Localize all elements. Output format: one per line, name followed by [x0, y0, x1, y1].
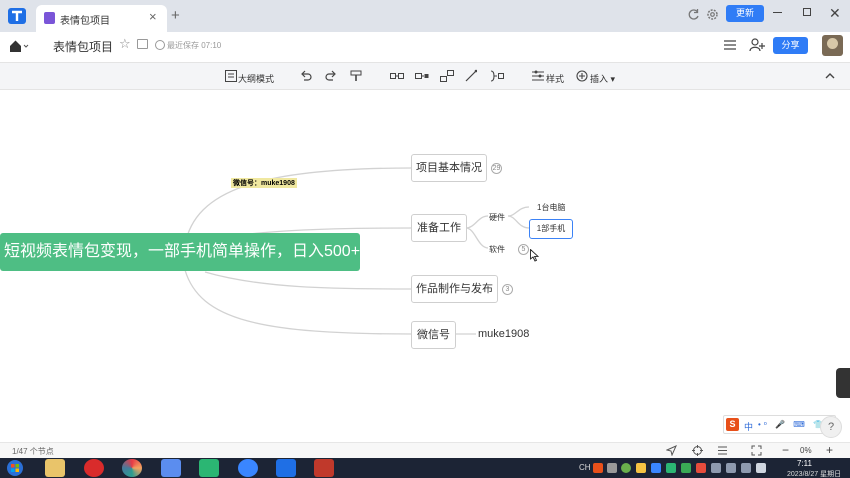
insert-button[interactable]: 插入 ▾ — [590, 72, 615, 85]
style-button[interactable]: 样式 — [546, 72, 564, 85]
add-user-icon[interactable] — [749, 38, 765, 52]
close-window-icon[interactable]: ✕ — [829, 5, 841, 22]
volume-icon[interactable] — [756, 463, 766, 473]
network-icon[interactable] — [711, 463, 721, 473]
tray-icon[interactable] — [621, 463, 631, 473]
fit-screen-icon[interactable] — [751, 445, 762, 456]
add-parent-node-icon[interactable] — [440, 69, 454, 83]
sync-icon[interactable] — [687, 8, 700, 21]
outline-mode-icon[interactable] — [225, 69, 237, 83]
file-explorer-icon[interactable] — [45, 459, 65, 477]
sogou-ime-icon[interactable]: S — [726, 418, 739, 431]
new-tab-button[interactable]: + — [171, 7, 180, 24]
saved-check-icon — [155, 40, 165, 50]
node-count: 1/47 个节点 — [12, 447, 54, 456]
clock-date[interactable]: 2023/8/27 星期日 — [787, 469, 841, 478]
move-to-folder-icon[interactable] — [137, 39, 148, 49]
mindmap-canvas[interactable]: 短视频表情包变现，一部手机简单操作，日入500+ 项目基本情况 29 准备工作 … — [0, 90, 850, 442]
windows-start-icon[interactable] — [5, 459, 25, 477]
screen-recorder-icon[interactable] — [314, 459, 334, 477]
branch-node-project-overview[interactable]: 项目基本情况 — [411, 154, 487, 182]
browser-tab-strip: 表情包项目 × + 更新 ✕ — [0, 0, 850, 32]
help-button[interactable]: ? — [820, 416, 842, 438]
ime-toolbar[interactable]: S 中 •ᵒ 🎤 ⌨ 👕 ⊞ — [723, 415, 838, 434]
clock-time[interactable]: 7:11 — [797, 459, 812, 468]
mouse-cursor-icon — [530, 249, 539, 262]
chevron-up-icon[interactable] — [824, 71, 836, 81]
software-node[interactable]: 软件 — [489, 244, 505, 255]
branch-node-production-publish[interactable]: 作品制作与发布 — [411, 275, 498, 303]
hardware-item-computer[interactable]: 1台电脑 — [537, 202, 565, 213]
tray-icon[interactable] — [636, 463, 646, 473]
add-child-node-icon[interactable] — [415, 69, 429, 83]
wechat-id-node[interactable]: muke1908 — [478, 328, 529, 340]
editor-toolbar: 大纲模式 样式 插入 ▾ — [0, 62, 850, 90]
zoom-out-button[interactable]: − — [782, 443, 789, 457]
center-view-icon[interactable] — [692, 445, 703, 456]
collapsed-count-badge[interactable]: 3 — [502, 284, 513, 295]
relation-line-icon[interactable] — [465, 69, 477, 83]
hardware-node[interactable]: 硬件 — [489, 212, 505, 223]
mindmap-app-icon[interactable] — [276, 459, 296, 477]
netease-music-icon[interactable] — [84, 459, 104, 477]
close-tab-icon[interactable]: × — [149, 9, 157, 24]
minimize-window-icon[interactable] — [773, 12, 782, 13]
os-taskbar: CH 7:11 2023/8/27 星期日 — [0, 458, 850, 478]
tray-icon[interactable] — [696, 463, 706, 473]
add-sibling-node-icon[interactable] — [390, 69, 404, 83]
baidu-netdisk-icon[interactable] — [161, 459, 181, 477]
locate-icon[interactable] — [666, 445, 677, 456]
redo-icon[interactable] — [325, 69, 337, 83]
media-player-icon[interactable] — [199, 459, 219, 477]
outline-mode-button[interactable]: 大纲模式 — [238, 72, 274, 85]
tray-icon[interactable] — [607, 463, 617, 473]
wechat-tray-icon[interactable] — [666, 463, 676, 473]
collapsed-count-badge[interactable]: 29 — [491, 163, 502, 174]
document-header: 表情包项目 ☆ 最近保存 07:10 分享 — [0, 32, 850, 62]
branch-node-wechat[interactable]: 微信号 — [411, 321, 456, 349]
save-status: 最近保存 07:10 — [167, 41, 222, 50]
branch-node-preparation[interactable]: 准备工作 — [411, 214, 467, 242]
chevron-down-icon: ▾ — [610, 74, 616, 84]
zoom-level: 0% — [800, 446, 812, 455]
avatar[interactable] — [822, 35, 843, 56]
menu-icon[interactable] — [724, 40, 736, 50]
document-icon — [44, 12, 55, 24]
star-icon[interactable]: ☆ — [119, 36, 131, 52]
tray-icon[interactable] — [681, 463, 691, 473]
list-view-icon[interactable] — [717, 445, 728, 456]
format-painter-icon[interactable] — [350, 69, 362, 83]
tab-title: 表情包项目 — [60, 16, 110, 27]
update-button[interactable]: 更新 — [726, 5, 764, 22]
insert-label: 插入 — [590, 74, 609, 84]
root-node[interactable]: 短视频表情包变现，一部手机简单操作，日入500+ — [0, 233, 360, 271]
zoom-in-button[interactable]: + — [826, 443, 833, 457]
tray-icon[interactable] — [741, 463, 751, 473]
style-icon[interactable] — [532, 69, 544, 83]
collapsed-count-badge[interactable]: 5 — [518, 244, 529, 255]
status-bar: 1/47 个节点 − 0% + — [0, 442, 850, 458]
floating-caption: 微信号：muke1908 — [231, 178, 297, 188]
maximize-window-icon[interactable] — [803, 8, 811, 16]
hardware-item-phone-selected[interactable]: 1部手机 — [529, 219, 573, 239]
document-title[interactable]: 表情包项目 — [53, 38, 113, 55]
insert-icon[interactable] — [576, 69, 588, 83]
home-icon[interactable] — [9, 39, 29, 53]
tray-icon[interactable] — [651, 463, 661, 473]
ime-mode-toggle[interactable]: 中 — [744, 420, 753, 433]
input-language-indicator[interactable]: CH — [579, 463, 591, 472]
summary-icon[interactable] — [490, 69, 504, 83]
app-logo-icon[interactable] — [8, 8, 26, 24]
gear-icon[interactable] — [706, 8, 719, 21]
tab-mindmap-doc[interactable]: 表情包项目 × — [36, 5, 167, 32]
undo-icon[interactable] — [300, 69, 312, 83]
side-panel-handle[interactable] — [836, 368, 850, 398]
sogou-tray-icon[interactable] — [593, 463, 603, 473]
qq-browser-icon[interactable] — [238, 459, 258, 477]
share-button[interactable]: 分享 — [773, 37, 808, 54]
tray-icon[interactable] — [726, 463, 736, 473]
chrome-icon[interactable] — [122, 459, 142, 477]
